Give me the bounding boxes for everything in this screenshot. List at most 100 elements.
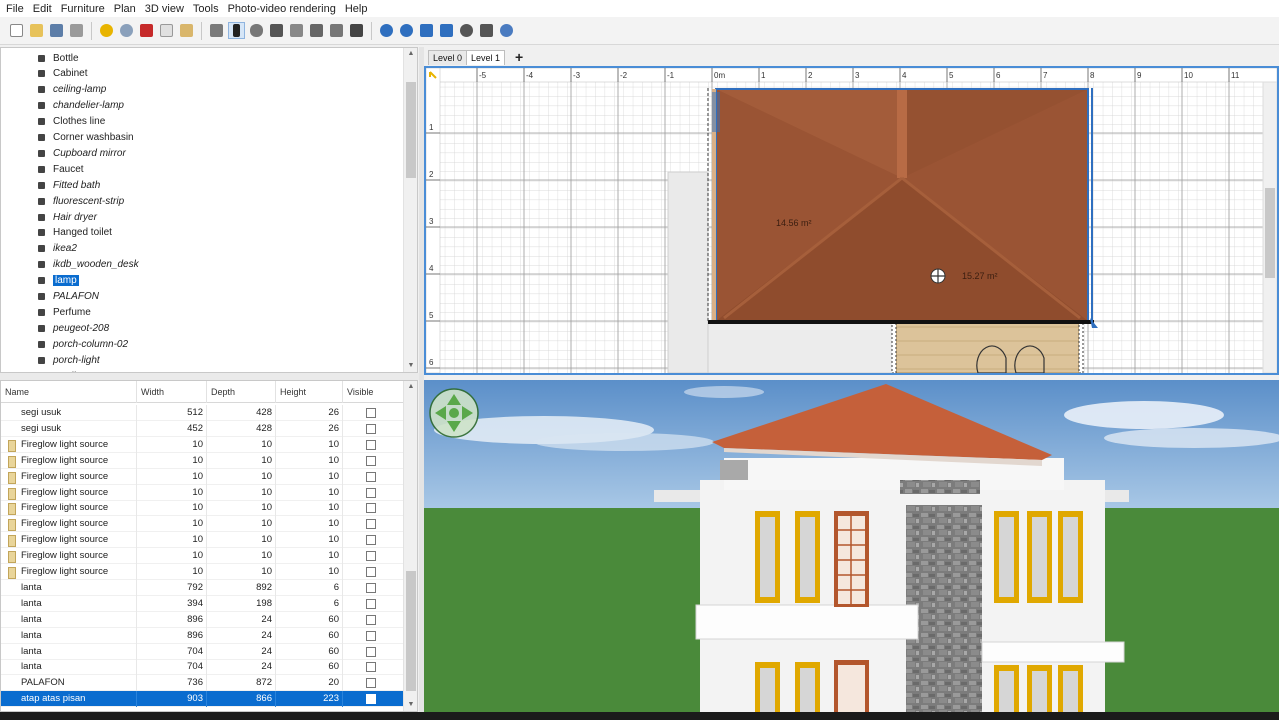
visible-checkbox[interactable]: [366, 408, 376, 418]
table-row[interactable]: Fireglow light source 10 10 10: [1, 516, 405, 533]
visible-checkbox[interactable]: [366, 503, 376, 514]
catalog-item[interactable]: porch-light: [35, 352, 100, 368]
column-width[interactable]: Width: [137, 381, 207, 403]
plan-scrollbar-thumb[interactable]: [1265, 188, 1275, 278]
table-row[interactable]: lanta 704 24 60: [1, 643, 405, 660]
add-furniture-icon[interactable]: [208, 22, 225, 39]
visible-checkbox[interactable]: [366, 567, 376, 577]
scroll-up-icon[interactable]: ▲: [404, 48, 417, 60]
menu-furniture[interactable]: Furniture: [57, 3, 110, 15]
table-row[interactable]: lanta 704 24 60: [1, 659, 405, 676]
3d-canvas[interactable]: [424, 380, 1279, 712]
table-row[interactable]: Fireglow light source 10 10 10: [1, 468, 405, 485]
paste-icon[interactable]: [178, 22, 195, 39]
catalog-table-splitter[interactable]: [0, 373, 420, 380]
new-icon[interactable]: [8, 22, 25, 39]
create-walls-icon[interactable]: [268, 22, 285, 39]
table-row[interactable]: Fireglow light source 10 10 10: [1, 532, 405, 549]
table-row[interactable]: segi usuk 452 428 26: [1, 420, 405, 437]
table-row[interactable]: segi usuk 512 428 26: [1, 405, 405, 421]
menu-tools[interactable]: Tools: [189, 3, 224, 15]
furniture-table[interactable]: Name Width Depth Height Visible segi usu…: [0, 380, 418, 712]
scroll-down-icon[interactable]: ▼: [404, 360, 417, 372]
table-row[interactable]: lanta 792 892 6: [1, 579, 405, 596]
visible-checkbox[interactable]: [366, 423, 376, 434]
visible-checkbox[interactable]: [366, 551, 376, 562]
table-row[interactable]: Fireglow light source 10 10 10: [1, 436, 405, 453]
visible-checkbox[interactable]: [366, 487, 376, 498]
video-icon[interactable]: [478, 22, 495, 39]
menu-photo-video-rendering[interactable]: Photo-video rendering: [224, 3, 341, 15]
roof[interactable]: [707, 88, 1094, 324]
catalog-item[interactable]: PALAFON: [35, 289, 99, 305]
table-row[interactable]: PALAFON 736 872 20: [1, 675, 405, 692]
create-dimensions-icon[interactable]: [328, 22, 345, 39]
catalog-item[interactable]: ceiling-lamp: [35, 82, 106, 98]
select-icon[interactable]: [228, 22, 245, 39]
scroll-up-icon[interactable]: ▲: [404, 381, 417, 393]
visible-checkbox[interactable]: [366, 662, 376, 673]
column-visible[interactable]: Visible: [343, 381, 405, 403]
visible-checkbox[interactable]: [366, 535, 376, 546]
catalog-item[interactable]: Bottle: [35, 50, 79, 66]
menu-file[interactable]: File: [2, 3, 29, 15]
help-icon[interactable]: [498, 22, 515, 39]
menu-help[interactable]: Help: [341, 3, 373, 15]
catalog-item[interactable]: Perfume: [35, 304, 91, 320]
save-icon[interactable]: [48, 22, 65, 39]
visible-checkbox[interactable]: [366, 439, 376, 450]
menu-plan[interactable]: Plan: [110, 3, 141, 15]
plan-canvas[interactable]: -5 -4 -3 -2 -1 0m 1 2 3 4 5 6 7 8 9 10 11 123456 14.56 m…: [426, 68, 1277, 373]
import-icon[interactable]: [418, 22, 435, 39]
redo-icon[interactable]: [118, 22, 135, 39]
zoom-in-icon[interactable]: [378, 22, 395, 39]
selection-handle[interactable]: [712, 92, 720, 132]
catalog-item[interactable]: Cupboard mirror: [35, 145, 126, 161]
catalog-item[interactable]: lamp: [35, 273, 79, 289]
undo-icon[interactable]: [98, 22, 115, 39]
3d-view[interactable]: [424, 380, 1279, 712]
catalog-item[interactable]: Fitted bath: [35, 177, 100, 193]
add-text-icon[interactable]: [348, 22, 365, 39]
column-name[interactable]: Name: [1, 381, 137, 403]
catalog-item[interactable]: peugeot-208: [35, 320, 109, 336]
catalog-item[interactable]: Corner washbasin: [35, 130, 134, 146]
pan-icon[interactable]: [248, 22, 265, 39]
zoom-out-icon[interactable]: [398, 22, 415, 39]
table-row[interactable]: Fireglow light source 10 10 10: [1, 564, 405, 580]
catalog-item[interactable]: Hair dryer: [35, 209, 97, 225]
visible-checkbox[interactable]: [366, 455, 376, 466]
add-level-button[interactable]: +: [515, 50, 523, 64]
export-icon[interactable]: [438, 22, 455, 39]
create-rooms-icon[interactable]: [288, 22, 305, 39]
scroll-down-icon[interactable]: ▼: [404, 699, 417, 711]
catalog-item[interactable]: chandelier-lamp: [35, 98, 124, 114]
menu-edit[interactable]: Edit: [29, 3, 57, 15]
catalog-scrollbar[interactable]: ▲ ▼: [403, 48, 417, 372]
plan-view[interactable]: -5 -4 -3 -2 -1 0m 1 2 3 4 5 6 7 8 9 10 11 123456 14.56 m…: [424, 66, 1279, 375]
catalog-item[interactable]: ikdb_wooden_desk: [35, 257, 139, 273]
catalog-item[interactable]: porch-column-02: [35, 336, 128, 352]
photo-icon[interactable]: [458, 22, 475, 39]
catalog-item[interactable]: Hanged toilet: [35, 225, 112, 241]
create-polylines-icon[interactable]: [308, 22, 325, 39]
table-scrollbar[interactable]: ▲ ▼: [403, 381, 417, 711]
table-row[interactable]: Fireglow light source 10 10 10: [1, 452, 405, 469]
furniture-catalog[interactable]: Bottle Cabinet ceiling-lamp chandelier-lamp…: [0, 47, 418, 373]
visible-checkbox[interactable]: [366, 694, 376, 705]
tab-level-0[interactable]: Level 0: [428, 50, 468, 65]
visible-checkbox[interactable]: [366, 582, 376, 593]
catalog-item[interactable]: fluorescent-strip: [35, 193, 124, 209]
table-row[interactable]: lanta 896 24 60: [1, 611, 405, 628]
visible-checkbox[interactable]: [366, 678, 376, 689]
visible-checkbox[interactable]: [366, 614, 376, 625]
table-row[interactable]: Fireglow light source 10 10 10: [1, 548, 405, 565]
column-depth[interactable]: Depth: [207, 381, 276, 403]
table-row[interactable]: atap atas pisan 903 866 223: [1, 691, 405, 708]
catalog-item[interactable]: Cabinet: [35, 66, 87, 82]
copy-icon[interactable]: [158, 22, 175, 39]
tab-level-1[interactable]: Level 1: [466, 50, 506, 65]
scrollbar-thumb[interactable]: [406, 571, 416, 691]
table-row[interactable]: lanta 394 198 6: [1, 595, 405, 612]
visible-checkbox[interactable]: [366, 598, 376, 609]
